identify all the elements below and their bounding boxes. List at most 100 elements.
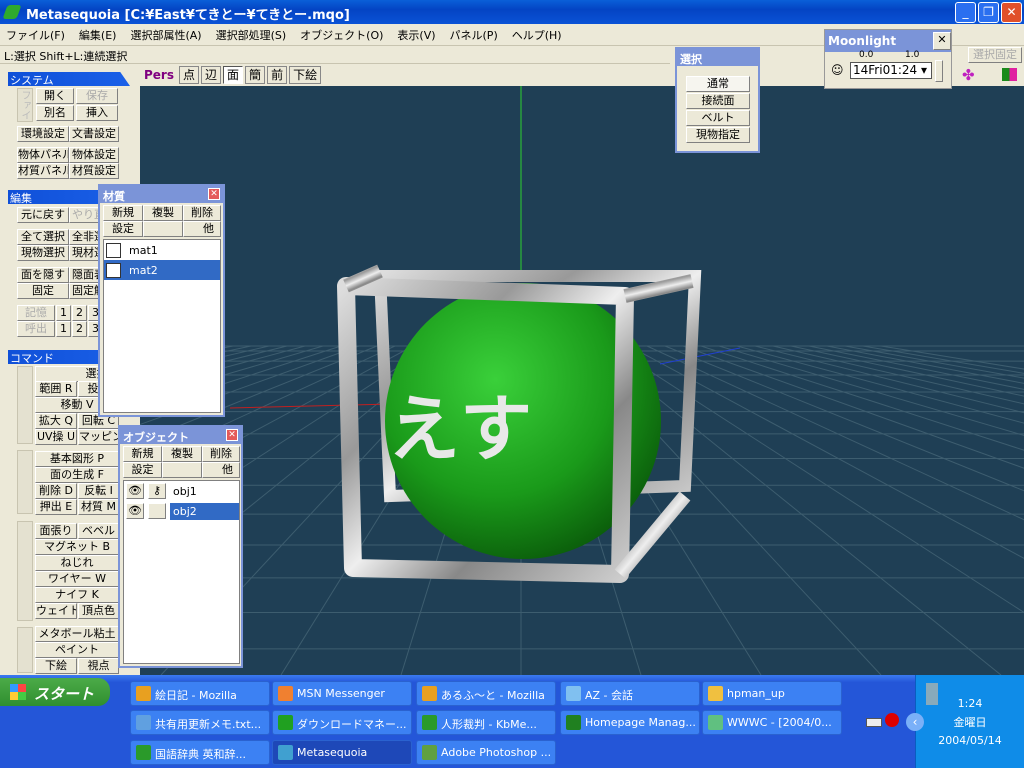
recall-button[interactable]: 呼出 (17, 321, 55, 337)
face-fill-tool-button[interactable]: 面張り (35, 523, 77, 539)
color-icon[interactable] (1002, 68, 1017, 81)
taskbar-button[interactable]: MSN Messenger (272, 681, 412, 706)
menu-panel[interactable]: パネル(P) (450, 27, 498, 42)
scale-tool-button[interactable]: 拡大 Q (35, 413, 77, 429)
taskbar-button[interactable]: 共有用更新メモ.txt... (130, 710, 270, 735)
lock-icon[interactable]: ⚷ (148, 483, 166, 499)
save-button[interactable]: 保存 (76, 88, 118, 104)
material-settings-button[interactable]: 設定 (103, 221, 143, 237)
close-icon[interactable]: ✕ (208, 188, 220, 200)
material-item[interactable]: mat2 (104, 260, 220, 280)
memory-button[interactable]: 記憶 (17, 305, 55, 321)
vertex-color-tool-button[interactable]: 頂点色 (78, 603, 119, 619)
eye-icon[interactable]: 👁 (126, 483, 144, 499)
uv-tool-button[interactable]: UV操 U (35, 429, 77, 445)
env-settings-button[interactable]: 環境設定 (17, 126, 69, 142)
taskbar-button[interactable]: あるふ～と - Mozilla (416, 681, 556, 706)
taskbar-button[interactable]: Adobe Photoshop ... (416, 740, 556, 765)
recall-slot-1[interactable]: 1 (56, 321, 71, 337)
taskbar-button[interactable]: hpman_up (702, 681, 842, 706)
wire-tool-button[interactable]: ワイヤー W (35, 571, 119, 587)
knife-tool-button[interactable]: ナイフ K (35, 587, 119, 603)
select-current-object-button[interactable]: 現物選択 (17, 245, 69, 261)
rotate-icon[interactable]: ✤ (962, 66, 975, 84)
recall-slot-2[interactable]: 2 (72, 321, 87, 337)
extrude-tool-button[interactable]: 押出 E (35, 499, 77, 515)
new-object-button[interactable]: 新規 (123, 446, 162, 462)
select-all-button[interactable]: 全て選択 (17, 229, 69, 245)
viewpoint-tool-button[interactable]: 視点 (78, 658, 119, 674)
material-item[interactable]: mat1 (104, 240, 220, 260)
range-tool-button[interactable]: 範囲 R (35, 381, 77, 397)
memory-slot-1[interactable]: 1 (56, 305, 71, 321)
projection-mode[interactable]: Pers (144, 68, 174, 82)
show-hidden-icons-button[interactable]: ‹ (906, 713, 924, 731)
moonlight-close-button[interactable]: ✕ (933, 32, 951, 50)
moonlight-slider[interactable] (935, 60, 943, 82)
bevel-tool-button[interactable]: ベベル (78, 523, 119, 539)
unlock-toggle[interactable] (148, 503, 166, 519)
belt-button[interactable]: ベルト (686, 110, 750, 126)
taskbar-button[interactable]: 国語辞典 英和辞... (130, 740, 270, 765)
menu-selection-attr[interactable]: 選択部属性(A) (130, 27, 201, 42)
memory-slot-2[interactable]: 2 (72, 305, 87, 321)
taskbar-button[interactable]: AZ - 会話 (560, 681, 700, 706)
delete-material-button[interactable]: 削除 (183, 205, 221, 221)
object-item[interactable]: 👁 ⚷ obj1 (124, 481, 239, 501)
paint-tool-button[interactable]: ペイント (35, 642, 119, 658)
keyboard-icon[interactable] (866, 718, 882, 727)
menu-object[interactable]: オブジェクト(O) (300, 27, 383, 42)
create-face-tool-button[interactable]: 面の生成 F (35, 467, 119, 483)
connected-faces-button[interactable]: 接続面 (686, 93, 750, 109)
menu-file[interactable]: ファイル(F) (6, 27, 65, 42)
taskbar-button[interactable]: ダウンロードマネー... (272, 710, 412, 735)
minimize-button[interactable]: _ (955, 2, 976, 23)
select-lock-button[interactable]: 選択固定 (968, 47, 1022, 63)
weight-tool-button[interactable]: ウェイト (35, 603, 77, 619)
mapping-tool-button[interactable]: マッピング (78, 429, 119, 445)
object-settings-button[interactable]: 設定 (123, 462, 162, 478)
object-panel-button[interactable]: 物体パネル (17, 147, 69, 163)
menu-view[interactable]: 表示(V) (397, 27, 435, 42)
magnet-tool-button[interactable]: マグネット B (35, 539, 119, 555)
menu-help[interactable]: ヘルプ(H) (512, 27, 562, 42)
hide-faces-button[interactable]: 面を隠す (17, 267, 69, 283)
doc-settings-button[interactable]: 文書設定 (69, 126, 119, 142)
eye-icon[interactable]: 👁 (126, 503, 144, 519)
tray-app-icon[interactable] (885, 713, 899, 727)
save-as-button[interactable]: 別名 (36, 105, 74, 121)
taskbar-button[interactable]: Homepage Manag... (560, 710, 700, 735)
material-settings-button[interactable]: 材質設定 (69, 163, 119, 179)
front-button[interactable]: 前 (267, 66, 288, 84)
moonlight-time-select[interactable]: 14Fri01:24 ▾ (850, 62, 932, 79)
object-other-button[interactable]: 他 (202, 462, 240, 478)
open-button[interactable]: 開く (36, 88, 74, 104)
close-button[interactable]: ✕ (1001, 2, 1022, 23)
network-icon[interactable] (926, 683, 938, 705)
metaball-tool-button[interactable]: メタボール粘土 (35, 626, 119, 642)
twist-tool-button[interactable]: ねじれ (35, 555, 119, 571)
face-button[interactable]: 面 (223, 66, 244, 84)
insert-button[interactable]: 挿入 (76, 105, 118, 121)
lock-button[interactable]: 固定 (17, 283, 69, 299)
material-panel-button[interactable]: 材質パネル (17, 163, 69, 179)
taskbar-button[interactable]: 人形裁判 - KbMe... (416, 710, 556, 735)
edge-button[interactable]: 辺 (201, 66, 222, 84)
menu-edit[interactable]: 編集(E) (79, 27, 117, 42)
undo-button[interactable]: 元に戻す (17, 207, 69, 223)
object-settings-button[interactable]: 物体設定 (69, 147, 119, 163)
new-material-button[interactable]: 新規 (103, 205, 143, 221)
maximize-button[interactable]: ❐ (978, 2, 999, 23)
underlay-tool-button[interactable]: 下絵 (35, 658, 77, 674)
flip-tool-button[interactable]: 反転 I (78, 483, 119, 499)
taskbar-button[interactable]: 絵日記 - Mozilla (130, 681, 270, 706)
primitive-tool-button[interactable]: 基本図形 P (35, 451, 119, 467)
delete-object-button[interactable]: 削除 (202, 446, 240, 462)
material-other-button[interactable]: 他 (183, 221, 221, 237)
taskbar-button[interactable]: WWWC - [2004/0... (702, 710, 842, 735)
simple-button[interactable]: 簡 (245, 66, 266, 84)
current-object-button[interactable]: 現物指定 (686, 127, 750, 143)
object-item[interactable]: 👁 obj2 (124, 501, 239, 521)
start-button[interactable]: スタート (0, 678, 110, 706)
close-icon[interactable]: ✕ (226, 429, 238, 441)
